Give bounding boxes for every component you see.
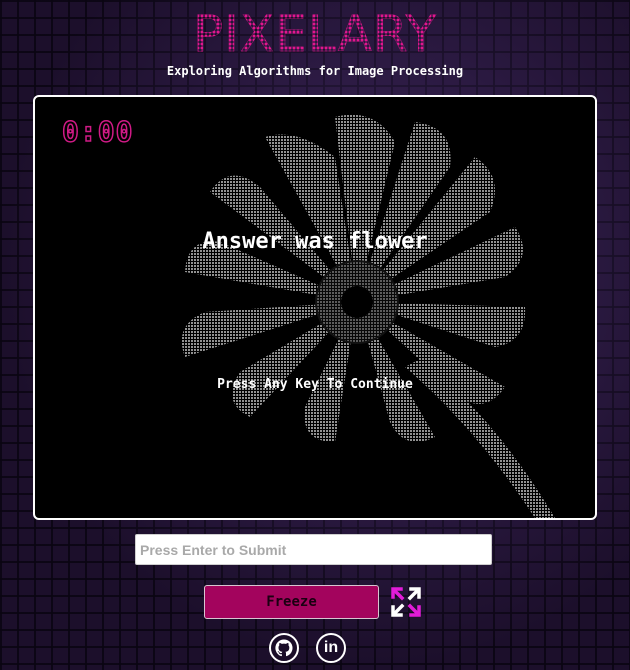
continue-prompt: Press Any Key To Continue [217,377,413,392]
app-subtitle: Exploring Algorithms for Image Processin… [166,64,464,78]
github-icon [275,639,293,657]
linkedin-icon: in [323,639,339,656]
freeze-button[interactable]: Freeze [204,585,379,619]
timer-display: 0:00 [61,114,134,149]
linkedin-link[interactable]: in [316,633,346,663]
app-title: PIXELARY [0,6,630,63]
answer-message: Answer was flower [202,229,428,254]
game-canvas[interactable]: 0:00 Answer was flower Press Any Key To … [33,95,597,520]
flower-image [181,114,555,518]
expand-arrows-icon[interactable] [389,585,423,619]
github-link[interactable] [269,633,299,663]
guess-input[interactable] [135,534,492,565]
